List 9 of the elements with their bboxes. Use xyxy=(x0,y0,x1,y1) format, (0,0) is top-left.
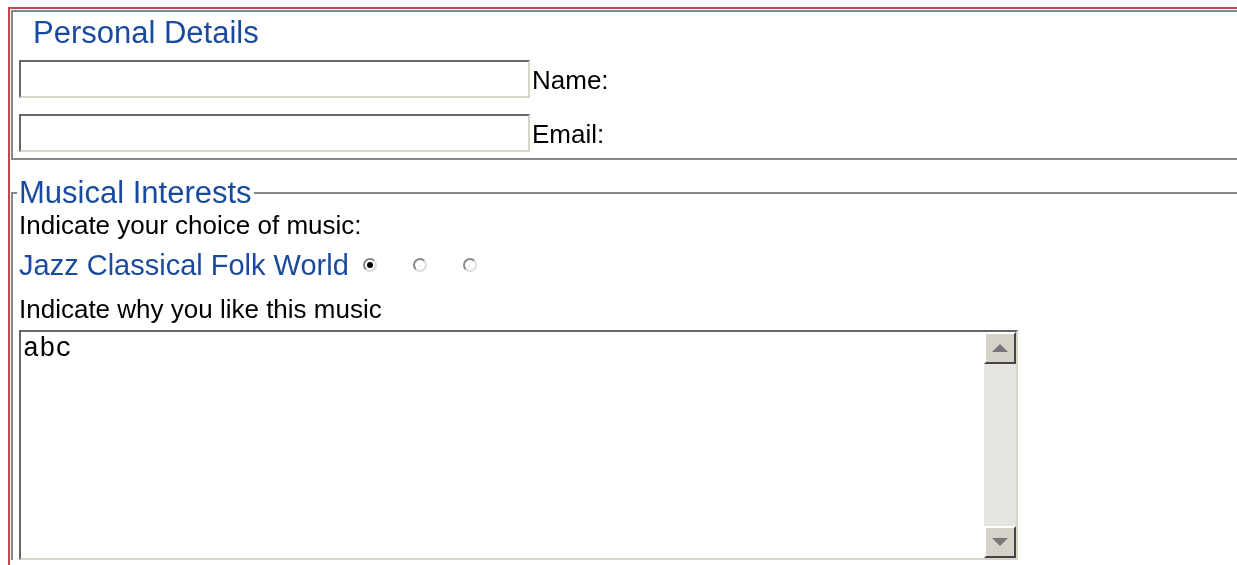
section-title: Musical Interests xyxy=(18,178,253,208)
text-area[interactable]: abc xyxy=(19,330,1018,560)
section-title: Personal Details xyxy=(32,16,260,50)
text-area-value: abc xyxy=(22,333,73,366)
choice-labels: Jazz Classical Folk World xyxy=(19,248,349,282)
field-label: Name: xyxy=(532,66,609,97)
reason-prompt: Indicate why you like this music xyxy=(19,294,383,324)
field-label: Email: xyxy=(532,120,605,151)
choice-prompt: Indicate your choice of music: xyxy=(19,210,363,240)
